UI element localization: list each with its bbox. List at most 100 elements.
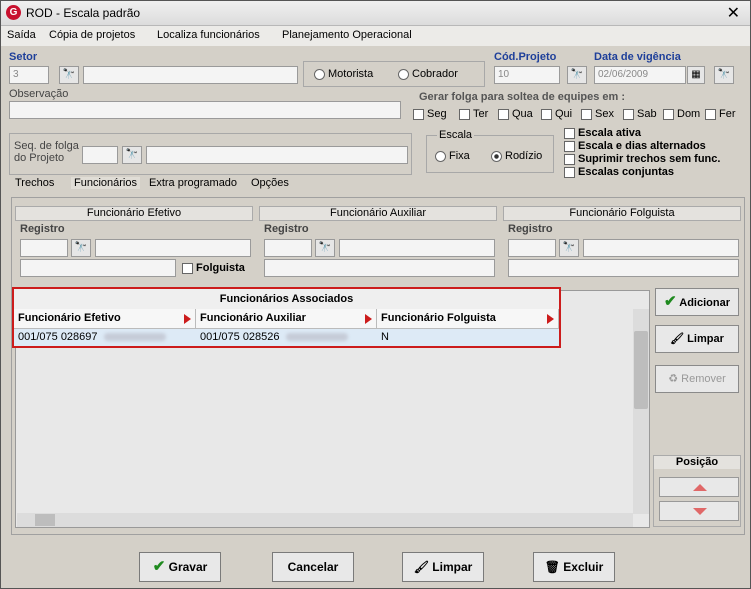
grid-header-auxiliar[interactable]: Funcionário Auxiliar xyxy=(196,309,377,329)
tab-funcionarios[interactable]: Funcionários xyxy=(71,177,140,189)
efetivo-search-button[interactable]: 🔭 xyxy=(71,239,91,257)
tab-opcoes[interactable]: Opções xyxy=(251,177,289,189)
grid-cell-auxiliar[interactable]: 001/075 028526 xyxy=(196,329,377,346)
check-icon: ✔ xyxy=(664,293,677,310)
cod-projeto-label: Cód.Projeto xyxy=(494,51,557,63)
folguista-registro-field[interactable] xyxy=(508,239,556,257)
cancelar-button[interactable]: Cancelar xyxy=(272,552,354,582)
fixa-radio[interactable]: Fixa xyxy=(435,150,470,162)
grid-horizontal-scrollbar[interactable] xyxy=(17,513,633,527)
efetivo-registro-field[interactable] xyxy=(20,239,68,257)
efetivo-name-field xyxy=(95,239,251,257)
posicao-label: Posição xyxy=(654,456,740,469)
adicionar-button[interactable]: ✔ Adicionar xyxy=(655,288,739,316)
day-check-qua[interactable]: Qua xyxy=(498,108,533,120)
seq-folga-search-button[interactable]: 🔭 xyxy=(122,146,142,164)
remove-icon: ♻ xyxy=(668,373,679,385)
move-down-button[interactable] xyxy=(659,501,739,521)
arrow-up-icon xyxy=(693,484,707,491)
efetivo-extra-field xyxy=(20,259,176,277)
seq-folga-group: Seq. de folga do Projeto 🔭 xyxy=(9,133,412,175)
rodizio-radio[interactable]: Rodízio xyxy=(491,150,542,162)
sort-arrow-icon xyxy=(365,314,372,324)
escala-ativa-check[interactable]: Escala ativa xyxy=(564,127,641,139)
setor-code-field[interactable]: 3 xyxy=(9,66,49,84)
gravar-button[interactable]: ✔ Gravar xyxy=(139,552,221,582)
day-check-sex[interactable]: Sex xyxy=(581,108,614,120)
trash-icon: 🗑 xyxy=(544,560,560,574)
grid-title: Funcionários Associados xyxy=(14,289,559,310)
auxiliar-name-field xyxy=(339,239,495,257)
associados-highlight: Funcionários Associados Funcionário Efet… xyxy=(12,287,561,348)
escala-group: Escala Fixa Rodízio xyxy=(426,129,554,173)
menu-copia-projetos[interactable]: Cópia de projetos xyxy=(49,29,135,41)
cobrador-radio[interactable]: Cobrador xyxy=(398,68,458,80)
menu-saida[interactable]: Saída xyxy=(7,29,36,41)
scroll-thumb[interactable] xyxy=(634,331,648,409)
app-icon: G xyxy=(6,5,21,20)
menu-localiza-funcionarios[interactable]: Localiza funcionários xyxy=(157,29,260,41)
setor-search-button[interactable]: 🔭 xyxy=(59,66,79,84)
observacao-label: Observação xyxy=(9,88,69,100)
auxiliar-registro-label: Registro xyxy=(264,223,309,235)
calendar-icon[interactable]: ▦ xyxy=(687,66,705,84)
data-vigencia-label: Data de vigência xyxy=(594,51,681,63)
day-check-ter[interactable]: Ter xyxy=(459,108,488,120)
limpar-button[interactable]: 🖌 Limpar xyxy=(402,552,484,582)
folguista-panel-title: Funcionário Folguista xyxy=(503,206,741,221)
day-check-dom[interactable]: Dom xyxy=(663,108,700,120)
cod-projeto-field[interactable]: 10 xyxy=(494,66,560,84)
observacao-field[interactable] xyxy=(9,101,401,119)
suprimir-trechos-check[interactable]: Suprimir trechos sem func. xyxy=(564,153,720,165)
day-check-seg[interactable]: Seg xyxy=(413,108,447,120)
sort-arrow-icon xyxy=(184,314,191,324)
move-up-button[interactable] xyxy=(659,477,739,497)
grid-header-efetivo[interactable]: Funcionário Efetivo xyxy=(14,309,196,329)
folguista-check[interactable]: Folguista xyxy=(182,262,245,274)
hscroll-thumb[interactable] xyxy=(35,514,55,526)
auxiliar-panel-title: Funcionário Auxiliar xyxy=(259,206,497,221)
tab-extra-programado[interactable]: Extra programado xyxy=(149,177,237,189)
main-window: G ROD - Escala padrão ✕ Saída Cópia de p… xyxy=(0,0,751,589)
seq-folga-field[interactable] xyxy=(82,146,118,164)
tab-trechos[interactable]: Trechos xyxy=(15,177,54,189)
efetivo-panel-title: Funcionário Efetivo xyxy=(15,206,253,221)
folguista-search-button[interactable]: 🔭 xyxy=(559,239,579,257)
remover-button[interactable]: ♻ Remover xyxy=(655,365,739,393)
sort-arrow-icon xyxy=(547,314,554,324)
seq-folga-label: Seq. de folga do Projeto xyxy=(14,140,79,164)
escalas-conjuntas-check[interactable]: Escalas conjuntas xyxy=(564,166,674,178)
arrow-down-icon xyxy=(693,508,707,515)
efetivo-registro-label: Registro xyxy=(20,223,65,235)
seq-folga-desc-field xyxy=(146,146,408,164)
folguista-extra-field xyxy=(508,259,739,277)
setor-label: Setor xyxy=(9,51,38,63)
close-icon[interactable]: ✕ xyxy=(727,3,740,23)
escala-dias-alternados-check[interactable]: Escala e dias alternados xyxy=(564,140,706,152)
window-title: ROD - Escala padrão xyxy=(26,6,141,20)
day-check-fer[interactable]: Fer xyxy=(705,108,736,120)
setor-name-field xyxy=(83,66,298,84)
brush-icon: 🖌 xyxy=(670,333,685,345)
grid-vertical-scrollbar[interactable] xyxy=(633,309,649,514)
cod-projeto-search-button[interactable]: 🔭 xyxy=(567,66,587,84)
check-icon: ✔ xyxy=(152,558,166,575)
excluir-button[interactable]: 🗑 Excluir xyxy=(533,552,615,582)
grid-header-folguista[interactable]: Funcionário Folguista xyxy=(377,309,559,329)
menu-planejamento[interactable]: Planejamento Operacional xyxy=(282,29,412,41)
folguista-registro-label: Registro xyxy=(508,223,553,235)
day-check-qui[interactable]: Qui xyxy=(541,108,572,120)
title-bar: G ROD - Escala padrão ✕ xyxy=(1,1,750,26)
brush-icon: 🖌 xyxy=(413,560,429,574)
auxiliar-registro-field[interactable] xyxy=(264,239,312,257)
grid-cell-folguista[interactable]: N xyxy=(377,329,559,346)
auxiliar-search-button[interactable]: 🔭 xyxy=(315,239,335,257)
limpar-side-button[interactable]: 🖌 Limpar xyxy=(655,325,739,353)
data-search-button[interactable]: 🔭 xyxy=(714,66,734,84)
motorista-cobrador-group: Motorista Cobrador xyxy=(303,61,485,87)
day-check-sab[interactable]: Sab xyxy=(623,108,657,120)
menu-bar: Saída Cópia de projetos Localiza funcion… xyxy=(1,26,750,46)
data-vigencia-field[interactable]: 02/06/2009 xyxy=(594,66,686,84)
motorista-radio[interactable]: Motorista xyxy=(314,68,373,80)
grid-cell-efetivo[interactable]: 001/075 028697 xyxy=(14,329,196,346)
